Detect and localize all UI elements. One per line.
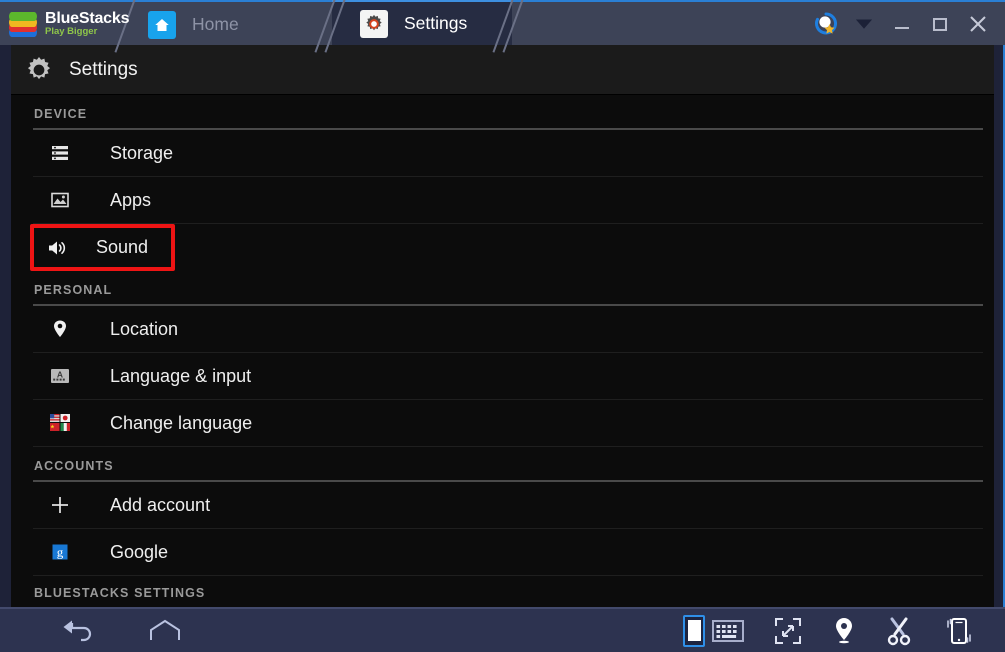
- section-heading-device: DEVICE: [34, 107, 88, 121]
- input-mode-group: [683, 610, 745, 652]
- shake-phone-icon[interactable]: [941, 610, 975, 652]
- window-controls: [807, 2, 1005, 45]
- keyboard-icon[interactable]: [711, 610, 745, 652]
- window-edge-left: [0, 45, 11, 607]
- portrait-phone-icon[interactable]: [683, 610, 705, 652]
- title-bar: BlueStacks Play Bigger Home Settings: [0, 0, 1005, 53]
- nav-left-group: [0, 610, 186, 652]
- chevron-down-icon[interactable]: [845, 1, 883, 46]
- setting-row-change-language[interactable]: Change language: [33, 400, 983, 447]
- page-title: Settings: [69, 58, 138, 80]
- keyboard-a-icon: A: [33, 366, 87, 386]
- svg-text:g: g: [57, 545, 64, 560]
- setting-label: Location: [110, 318, 179, 339]
- android-navigation-bar: [0, 607, 1005, 652]
- setting-row-add-account[interactable]: Add account: [33, 482, 983, 529]
- settings-page-header: Settings: [11, 45, 994, 95]
- brand-tagline: Play Bigger: [45, 25, 98, 37]
- section-heading-bluestacks-settings: BLUESTACKS SETTINGS: [34, 586, 206, 598]
- setting-label: Sound: [96, 237, 149, 257]
- storage-icon: [33, 143, 87, 163]
- tab-home[interactable]: Home: [122, 2, 332, 47]
- tab-settings[interactable]: Settings: [332, 0, 512, 45]
- back-arrow-icon[interactable]: [58, 610, 98, 652]
- setting-label: Google: [110, 541, 169, 562]
- svg-text:A: A: [57, 369, 63, 379]
- nav-right-group: [683, 610, 1005, 652]
- setting-label: Change language: [110, 412, 253, 433]
- scissors-icon[interactable]: [885, 610, 913, 652]
- minimize-icon[interactable]: [883, 1, 921, 46]
- setting-row-google[interactable]: g Google: [33, 529, 983, 576]
- setting-row-storage[interactable]: Storage: [33, 130, 983, 177]
- setting-label: Add account: [110, 494, 211, 515]
- window-edge-right: [994, 45, 1005, 607]
- google-icon: g: [33, 542, 87, 562]
- bluestacks-window: BlueStacks Play Bigger Home Settings Set…: [0, 0, 1005, 652]
- gear-icon: [360, 9, 388, 38]
- setting-label: Apps: [110, 189, 152, 210]
- volume-icon: [34, 238, 82, 258]
- location-pin-icon[interactable]: [831, 610, 857, 652]
- flags-icon: [33, 412, 87, 434]
- close-icon[interactable]: [959, 1, 997, 46]
- maximize-icon[interactable]: [921, 1, 959, 46]
- tab-home-label: Home: [192, 14, 239, 34]
- home-icon: [148, 10, 176, 39]
- apps-icon: [33, 190, 87, 210]
- section-heading-personal: PERSONAL: [34, 283, 113, 297]
- setting-row-language-input[interactable]: A Language & input: [33, 353, 983, 400]
- setting-label: Language & input: [110, 365, 252, 386]
- location-pin-icon: [33, 319, 87, 339]
- star-badge-icon[interactable]: [807, 1, 845, 46]
- gear-icon: [23, 54, 55, 86]
- brand-name: BlueStacks: [45, 9, 130, 27]
- fullscreen-icon[interactable]: [773, 610, 803, 652]
- bluestacks-brand: BlueStacks Play Bigger: [0, 2, 129, 45]
- setting-label: Storage: [110, 142, 174, 163]
- settings-list: DEVICE Storage Apps Sound PERSONAL Locat…: [11, 95, 994, 607]
- settings-content: Settings DEVICE Storage Apps Sound PERSO…: [11, 45, 994, 607]
- tab-settings-label: Settings: [404, 13, 468, 33]
- section-heading-accounts: ACCOUNTS: [34, 459, 114, 473]
- home-outline-icon[interactable]: [144, 610, 186, 652]
- setting-row-sound[interactable]: Sound: [30, 224, 175, 271]
- setting-row-apps[interactable]: Apps: [33, 177, 983, 224]
- bluestacks-logo-icon: [9, 11, 39, 37]
- setting-row-location[interactable]: Location: [33, 306, 983, 353]
- plus-icon: [33, 494, 87, 516]
